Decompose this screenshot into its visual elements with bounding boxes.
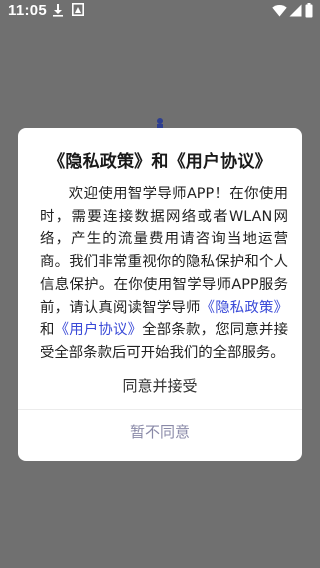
user-agreement-link[interactable]: 《用户协议》 (55, 322, 143, 338)
battery-icon (305, 3, 313, 23)
status-bar: 11:05 (0, 0, 320, 24)
dialog-title: 《隐私政策》和《用户协议》 (48, 152, 272, 172)
body-text: 和 (40, 322, 55, 339)
image-notification-icon (72, 3, 84, 21)
wifi-icon (272, 4, 287, 22)
accept-button[interactable]: 同意并接受 (18, 373, 302, 399)
decline-button[interactable]: 暂不同意 (18, 419, 302, 445)
body-text: 欢迎使用智学导师APP！在你使用时，需要连接数据网络或者WLAN网络，产生的流量… (40, 186, 288, 316)
download-icon (52, 3, 64, 22)
dialog-body: 欢迎使用智学导师APP！在你使用时，需要连接数据网络或者WLAN网络，产生的流量… (40, 183, 288, 365)
divider (18, 409, 302, 410)
privacy-policy-link[interactable]: 《隐私政策》 (201, 300, 288, 316)
signal-icon (289, 4, 302, 22)
status-time: 11:05 (8, 2, 48, 19)
privacy-dialog: 《隐私政策》和《用户协议》 欢迎使用智学导师APP！在你使用时，需要连接数据网络… (18, 128, 302, 461)
